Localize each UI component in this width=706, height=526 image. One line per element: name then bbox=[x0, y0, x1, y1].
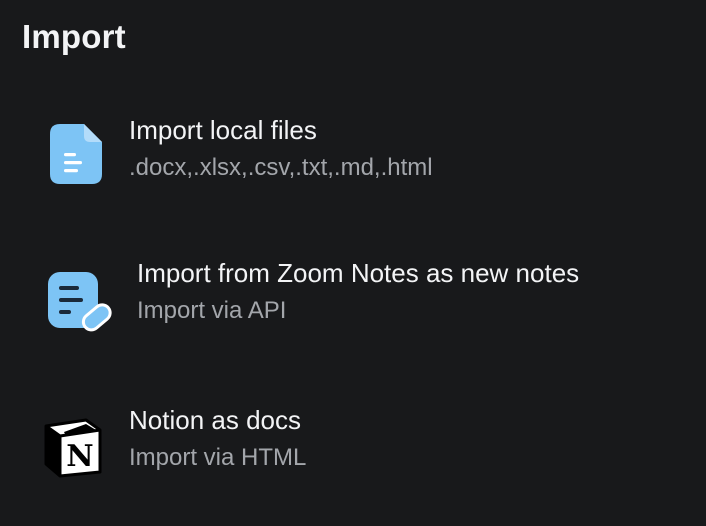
import-notion-text: Notion as docs Import via HTML bbox=[129, 404, 306, 474]
import-zoom-notes-option[interactable]: Import from Zoom Notes as new notes Impo… bbox=[0, 250, 706, 350]
option-label: Import from Zoom Notes as new notes bbox=[137, 258, 580, 288]
document-icon bbox=[50, 124, 102, 189]
import-zoom-notes-text: Import from Zoom Notes as new notes Impo… bbox=[137, 257, 579, 327]
import-panel: Import Import local files .docx,.xlsx,.c… bbox=[0, 0, 706, 526]
option-description: .docx,.xlsx,.csv,.txt,.md,.html bbox=[129, 154, 433, 181]
note-edit-icon bbox=[46, 270, 116, 341]
option-label: Notion as docs bbox=[129, 405, 301, 435]
import-local-files-option[interactable]: Import local files .docx,.xlsx,.csv,.txt… bbox=[0, 104, 706, 204]
svg-text:N: N bbox=[66, 439, 93, 474]
import-notion-option[interactable]: N Notion as docs Import via HTML bbox=[0, 396, 706, 496]
import-local-files-text: Import local files .docx,.xlsx,.csv,.txt… bbox=[129, 114, 433, 184]
option-description: Import via HTML bbox=[129, 444, 307, 471]
notion-logo-icon: N bbox=[42, 416, 104, 483]
option-label: Import local files bbox=[129, 115, 317, 145]
panel-title: Import bbox=[22, 18, 126, 55]
option-description: Import via API bbox=[137, 297, 287, 324]
